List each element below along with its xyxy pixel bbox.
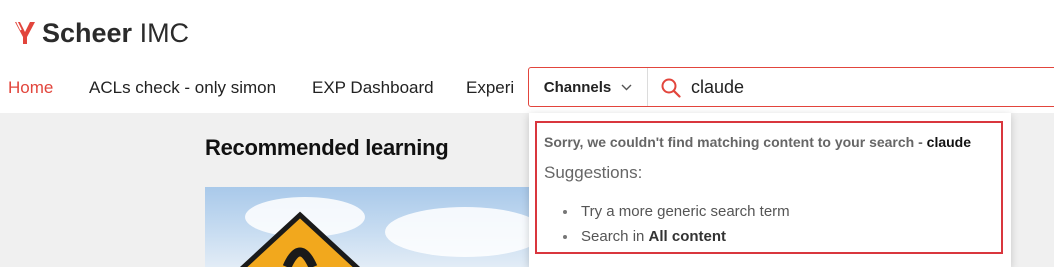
suggestion-item: Try a more generic search term xyxy=(537,199,790,224)
nav-item-acls-check[interactable]: ACLs check - only simon xyxy=(89,66,276,110)
suggestion-search-all-prefix: Search in xyxy=(581,228,649,245)
brand-name-bold: Scheer xyxy=(42,18,133,48)
nav-item-experi[interactable]: Experi xyxy=(466,66,514,110)
search-input[interactable] xyxy=(691,72,1051,102)
search-scope-dropdown[interactable]: Channels xyxy=(529,68,648,106)
search-icon[interactable] xyxy=(661,78,681,103)
all-content-link[interactable]: All content xyxy=(649,228,727,245)
search-bar: Channels xyxy=(528,67,1054,107)
brand-name: Scheer IMC xyxy=(42,16,189,50)
no-results-message: Sorry, we couldn't find matching content… xyxy=(535,121,1003,254)
road-sign-graphic xyxy=(239,211,361,267)
nav-item-exp-dashboard[interactable]: EXP Dashboard xyxy=(312,66,434,110)
suggestion-generic-term: Try a more generic search term xyxy=(581,203,790,220)
section-title: Recommended learning xyxy=(205,135,449,160)
suggestions-list: Try a more generic search term Search in… xyxy=(537,199,790,249)
suggestions-title: Suggestions: xyxy=(544,163,643,182)
search-term: claude xyxy=(926,134,972,150)
no-results-text: Sorry, we couldn't find matching content… xyxy=(544,134,971,150)
brand-name-rest: IMC xyxy=(132,18,190,48)
search-scope-label: Channels xyxy=(543,78,612,96)
chevron-down-icon xyxy=(621,84,632,91)
brand-logo[interactable]: Scheer IMC xyxy=(14,16,189,50)
suggestion-item: Search in All content xyxy=(537,224,790,249)
scheer-logo-icon xyxy=(15,21,35,44)
main-nav: Home ACLs check - only simon EXP Dashboa… xyxy=(0,66,530,110)
nav-item-home[interactable]: Home xyxy=(8,66,53,110)
no-results-prefix: Sorry, we couldn't find matching content… xyxy=(544,134,927,150)
